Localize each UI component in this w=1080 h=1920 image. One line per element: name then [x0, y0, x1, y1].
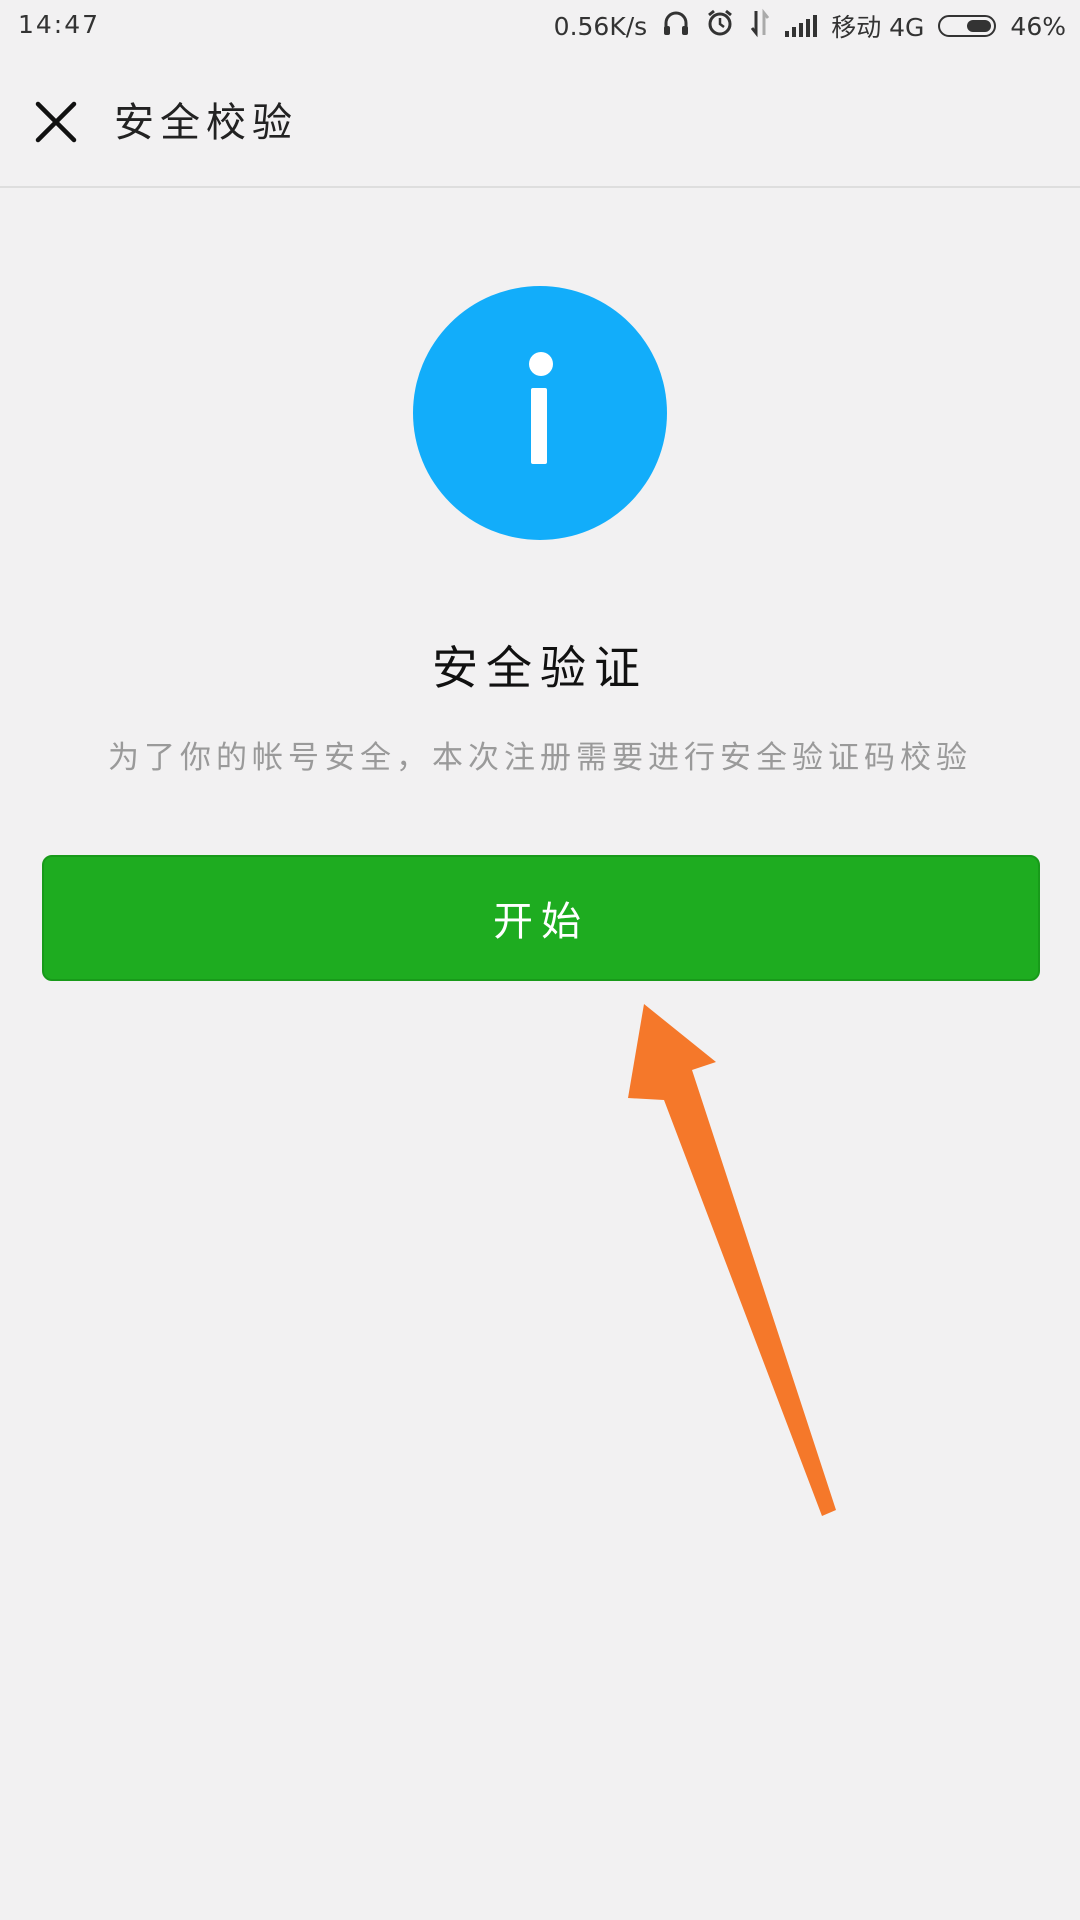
annotation-arrow-icon	[628, 1004, 836, 1516]
status-time: 14:47	[18, 10, 101, 39]
signal-icon	[785, 15, 818, 37]
alarm-icon	[705, 8, 735, 44]
status-bar: 14:47 0.56K/s 移动 4G 46%	[0, 0, 1080, 52]
verification-description: 为了你的帐号安全，本次注册需要进行安全验证码校验	[108, 740, 972, 776]
battery-level	[966, 20, 992, 32]
top-bar: 安全校验	[0, 52, 1080, 188]
headphones-icon	[661, 8, 691, 44]
battery-percent: 46%	[1010, 11, 1066, 41]
carrier-label: 移动 4G	[831, 13, 925, 42]
battery-icon	[938, 15, 997, 37]
network-speed: 0.56K/s	[553, 11, 648, 41]
info-icon	[413, 286, 667, 540]
close-icon	[35, 101, 77, 143]
page-title: 安全校验	[114, 100, 298, 146]
info-icon-dot	[529, 352, 553, 376]
data-transfer-icon	[749, 8, 771, 44]
verification-title: 安全验证	[432, 641, 648, 695]
info-icon-stem	[531, 388, 547, 464]
close-button[interactable]	[28, 94, 84, 150]
start-button[interactable]: 开始	[42, 855, 1040, 981]
status-icons: 0.56K/s 移动 4G 46%	[554, 8, 1066, 44]
